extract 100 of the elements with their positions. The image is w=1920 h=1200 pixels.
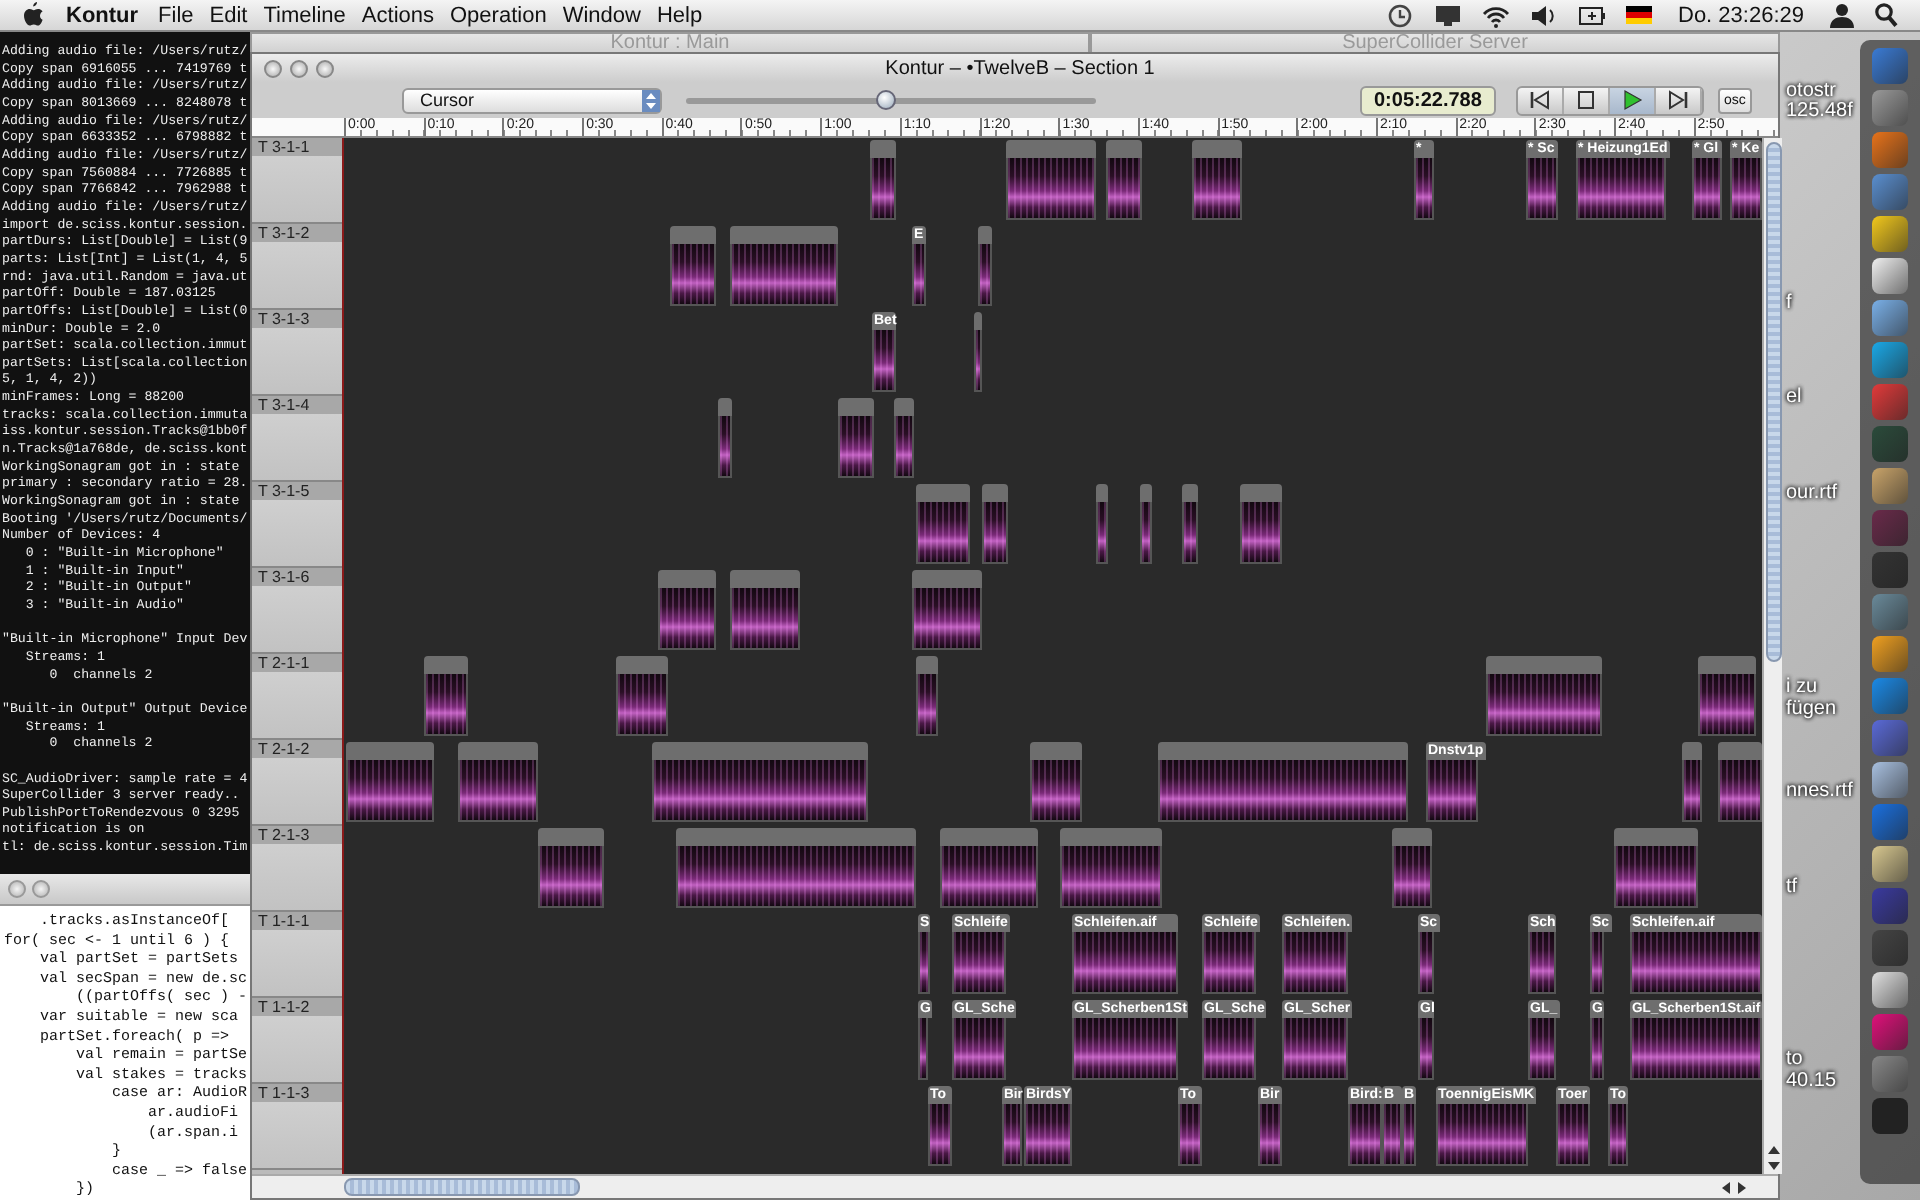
track-label[interactable]: T 3-1-4 <box>252 396 342 482</box>
region-header[interactable] <box>1140 484 1152 502</box>
spectrogram-image <box>912 588 982 650</box>
app-icon[interactable] <box>1872 1098 1908 1134</box>
scroll-thumb[interactable] <box>344 1178 580 1196</box>
spectrogram-image <box>1006 158 1096 220</box>
menu-item[interactable]: Actions <box>361 3 434 27</box>
spectrogram-image <box>974 330 982 392</box>
battery-icon[interactable] <box>1578 1 1606 29</box>
right-arrow-icon[interactable] <box>1734 1179 1750 1195</box>
spectrogram-image <box>1418 1018 1434 1080</box>
track-label[interactable]: T 2-1-2 <box>252 740 342 826</box>
spectrogram-image <box>1202 1018 1256 1080</box>
spectrogram-image <box>1682 760 1702 822</box>
app-icon[interactable] <box>1872 762 1908 798</box>
spectrogram-image <box>1240 502 1282 564</box>
spectrogram-image <box>1526 158 1558 220</box>
track-label[interactable]: T 3-1-6 <box>252 568 342 654</box>
region-header[interactable] <box>718 398 732 416</box>
app-icon[interactable] <box>1872 258 1908 294</box>
region-header[interactable] <box>974 312 982 330</box>
track-label[interactable]: T 1-1-2 <box>252 998 342 1084</box>
spectrogram-image <box>718 416 732 478</box>
app-icon[interactable] <box>1872 636 1908 672</box>
spectrogram-image <box>918 932 930 994</box>
spectrogram-image <box>894 416 914 478</box>
desktop-file-label[interactable]: f <box>1786 292 1792 314</box>
track-label[interactable]: T 1-1-1 <box>252 912 342 998</box>
track-label[interactable]: T 3-1-3 <box>252 310 342 396</box>
display-icon[interactable] <box>1434 1 1462 29</box>
timeline-panel[interactable] <box>342 138 1762 1174</box>
menu-item[interactable]: Operation <box>450 3 547 27</box>
app-icon[interactable] <box>1872 552 1908 588</box>
track-label[interactable]: T 3-1-5 <box>252 482 342 568</box>
spectrogram-image <box>424 674 468 736</box>
app-icon[interactable] <box>1872 132 1908 168</box>
app-icon[interactable] <box>1872 426 1908 462</box>
left-arrow-icon[interactable] <box>1718 1179 1734 1195</box>
menu-item[interactable]: Window <box>562 3 641 27</box>
track-label[interactable]: T 2-1-1 <box>252 654 342 740</box>
spectrogram-image <box>1590 932 1604 994</box>
region-header[interactable] <box>978 226 992 244</box>
region-header[interactable] <box>1096 484 1108 502</box>
region-header[interactable] <box>1106 140 1142 158</box>
region-header[interactable] <box>916 656 938 674</box>
app-icon[interactable] <box>1872 468 1908 504</box>
track-label[interactable]: T 3-1-2 <box>252 224 342 310</box>
app-icon[interactable] <box>1872 216 1908 252</box>
volume-icon[interactable] <box>1530 1 1558 29</box>
app-icon[interactable] <box>1872 90 1908 126</box>
app-icon[interactable] <box>1872 342 1908 378</box>
up-arrow-icon[interactable] <box>1765 1142 1781 1158</box>
window-title: Kontur – •TwelveB – Section 1 <box>883 57 1157 79</box>
app-icon[interactable] <box>1872 1014 1908 1050</box>
stop-icon <box>1573 88 1598 112</box>
spectrogram-image <box>1414 158 1434 220</box>
app-icon[interactable] <box>1872 594 1908 630</box>
track-label[interactable]: T 3-1-1 <box>252 138 342 224</box>
menu-item[interactable]: Edit <box>209 3 248 27</box>
spectrogram-image <box>872 330 896 392</box>
region-header[interactable] <box>838 398 874 416</box>
app-icon[interactable] <box>1872 1056 1908 1092</box>
app-icon[interactable] <box>1872 972 1908 1008</box>
app-icon[interactable] <box>1872 846 1908 882</box>
menu-item[interactable]: File <box>158 3 194 27</box>
region-header[interactable] <box>982 484 1008 502</box>
spectrogram-image <box>730 588 800 650</box>
apple-logo-icon[interactable] <box>22 2 44 28</box>
track-label[interactable]: T 2-1-3 <box>252 826 342 912</box>
spectrogram-image <box>1202 932 1256 994</box>
tool-dropdown[interactable]: Cursor <box>402 87 662 113</box>
region-header[interactable] <box>870 140 896 158</box>
region-header[interactable] <box>1682 742 1702 760</box>
menu-clock[interactable]: Do. 23:26:29 <box>1678 3 1804 27</box>
region-header[interactable] <box>1182 484 1198 502</box>
user-icon[interactable] <box>1830 2 1854 28</box>
down-arrow-icon[interactable] <box>1765 1158 1781 1174</box>
wifi-icon[interactable] <box>1482 1 1510 29</box>
horizontal-scrollbar[interactable] <box>252 1174 1778 1198</box>
app-icon[interactable] <box>1872 510 1908 546</box>
play-button[interactable] <box>1609 87 1656 113</box>
scroll-thumb[interactable] <box>1765 142 1781 662</box>
track-label[interactable]: T 1-1-3 <box>252 1084 342 1170</box>
region-header[interactable] <box>894 398 914 416</box>
slider-thumb[interactable] <box>876 89 897 109</box>
app-menu[interactable]: Kontur <box>66 3 139 27</box>
app-icon[interactable] <box>1872 300 1908 336</box>
spectrogram-image <box>538 846 604 908</box>
app-icon[interactable] <box>1872 174 1908 210</box>
app-icon[interactable] <box>1872 678 1908 714</box>
search-icon[interactable] <box>1874 2 1898 28</box>
clock-icon[interactable] <box>1386 1 1414 29</box>
flag-icon[interactable] <box>1626 6 1652 24</box>
vertical-scrollbar[interactable] <box>1762 138 1782 1174</box>
app-icon[interactable] <box>1872 384 1908 420</box>
up-down-arrows-icon <box>642 89 660 111</box>
spectrogram-image <box>1392 846 1432 908</box>
menu-item[interactable]: Help <box>656 3 703 27</box>
menu-item[interactable]: Timeline <box>263 3 346 27</box>
spectrogram-image <box>1630 1018 1762 1080</box>
